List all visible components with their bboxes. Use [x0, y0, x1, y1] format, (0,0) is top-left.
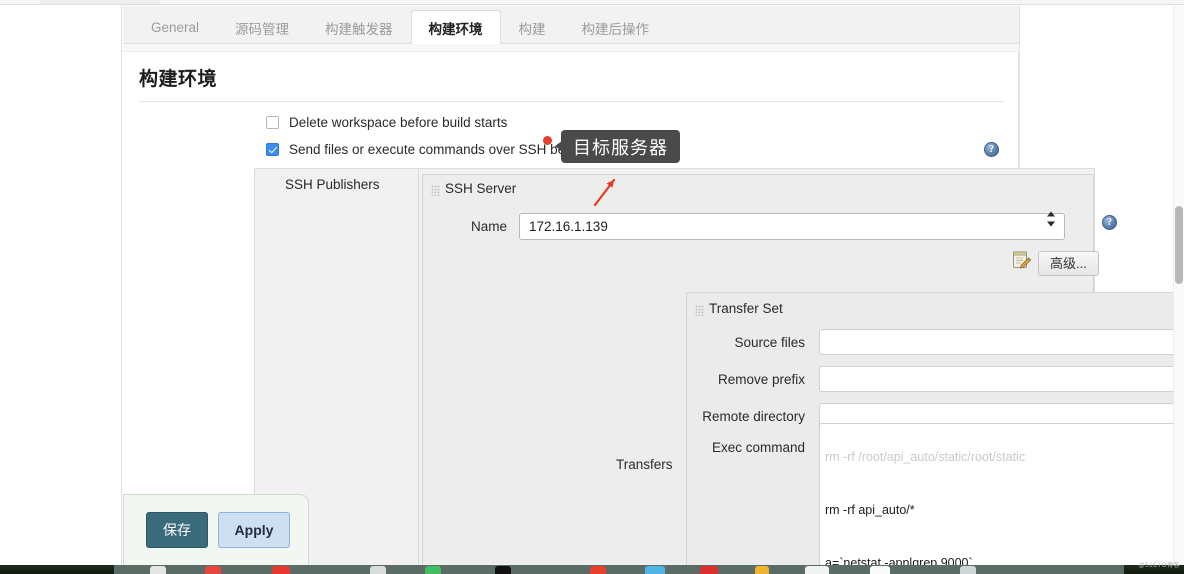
select-ssh-server-name[interactable]: 172.16.1.139: [519, 213, 1065, 240]
option-delete-workspace[interactable]: Delete workspace before build starts: [266, 115, 507, 130]
ssh-server-panel: SSH Server Name 172.16.1.139 ? 高级... Tra…: [422, 174, 1184, 566]
dock-icon-app-white-2[interactable]: [870, 566, 890, 574]
transfer-set-panel: Transfer Set Source files ? Remove prefi…: [686, 292, 1184, 566]
desktop-wallpaper-left: [0, 565, 114, 574]
dock-icon-app-red-2[interactable]: [272, 566, 290, 574]
help-icon-ssh-server-name[interactable]: ?: [1102, 215, 1117, 230]
dock-icon-app-blue[interactable]: [645, 566, 665, 574]
page-scrollbar-thumb[interactable]: [1174, 206, 1183, 284]
input-remove-prefix[interactable]: [819, 366, 1184, 392]
page-title: 构建环境: [139, 69, 218, 90]
dock-icon-app-yellow[interactable]: [755, 566, 769, 574]
row-remove-prefix: Remove prefix: [705, 366, 1184, 392]
save-button[interactable]: 保存: [146, 512, 208, 548]
advanced-button[interactable]: 高级...: [1038, 251, 1099, 276]
ssh-publishers-block: SSH Publishers SSH Server Name 172.16.1.…: [254, 168, 1184, 567]
dock-icon-finder[interactable]: [150, 566, 166, 574]
annotation-callout: 目标服务器: [555, 130, 680, 163]
help-icon-send-files-over-ssh[interactable]: ?: [984, 142, 999, 157]
tab-build-environment[interactable]: 构建环境: [410, 10, 501, 44]
tab-underline-strip: [123, 44, 1019, 52]
notepad-pencil-icon[interactable]: [1012, 250, 1032, 275]
tab-build[interactable]: 构建: [501, 11, 564, 43]
checkbox-send-files-over-ssh[interactable]: [266, 143, 279, 156]
watermark: @51CTO博客: [1138, 563, 1180, 569]
dock-icon-terminal[interactable]: [495, 566, 511, 574]
dock-icon-settings[interactable]: [960, 566, 976, 574]
drag-handle-ssh-server[interactable]: [431, 185, 440, 196]
page-scrollbar-track[interactable]: [1173, 6, 1184, 566]
label-remove-prefix: Remove prefix: [717, 371, 805, 387]
input-source-files[interactable]: [819, 329, 1184, 355]
row-ssh-server-name: Name 172.16.1.139: [431, 213, 1081, 240]
dock-icon-app-gray[interactable]: [370, 566, 386, 574]
tab-general[interactable]: General: [133, 11, 217, 43]
dock-icon-app-red-1[interactable]: [205, 566, 221, 574]
label-transfers: Transfers: [616, 457, 673, 472]
select-spinner-icon[interactable]: [1046, 211, 1055, 227]
textarea-exec-command[interactable]: rm -rf /root/api_auto/static/root/static…: [819, 423, 1184, 566]
job-config-card: General 源码管理 构建触发器 构建环境 构建 构建后操作 构建环境 De…: [123, 6, 1184, 567]
tab-build-triggers[interactable]: 构建触发器: [307, 11, 411, 43]
form-action-bar: 保存 Apply: [123, 494, 309, 574]
config-tab-bar: General 源码管理 构建触发器 构建环境 构建 构建后操作: [123, 6, 1019, 44]
drag-handle-transfer-set[interactable]: [695, 305, 704, 316]
title-ssh-server: SSH Server: [445, 181, 517, 196]
tab-post-build-actions[interactable]: 构建后操作: [564, 11, 668, 43]
page-left-gutter: [0, 5, 122, 565]
tab-source-code-management[interactable]: 源码管理: [217, 11, 307, 43]
exec-line-clipped: rm -rf /root/api_auto/static/root/static: [825, 450, 1026, 465]
label-ssh-server-name: Name: [470, 219, 507, 234]
dock-icon-app-red-4[interactable]: [700, 566, 718, 574]
annotation-dot: [543, 136, 552, 145]
checkbox-delete-workspace[interactable]: [266, 116, 279, 129]
apply-button[interactable]: Apply: [218, 512, 290, 548]
screen-root: General 源码管理 构建触发器 构建环境 构建 构建后操作 构建环境 De…: [0, 0, 1184, 574]
label-delete-workspace[interactable]: Delete workspace before build starts: [289, 115, 507, 130]
exec-line: rm -rf api_auto/*: [825, 502, 915, 517]
label-source-files: Source files: [734, 334, 805, 350]
row-source-files: Source files: [705, 329, 1184, 355]
dock-icon-app-green[interactable]: [425, 566, 441, 574]
section-header: 构建环境: [139, 64, 1004, 102]
dock-icon-app-red-3[interactable]: [590, 566, 606, 574]
title-transfer-set: Transfer Set: [709, 301, 783, 316]
label-ssh-publishers: SSH Publishers: [285, 177, 380, 192]
label-exec-command: Exec command: [711, 440, 805, 455]
dock-icon-app-white-1[interactable]: [805, 566, 829, 574]
browser-tab-ghost: [40, 0, 160, 4]
label-remote-directory: Remote directory: [702, 408, 805, 424]
exec-command-content: rm -rf /root/api_auto/static/root/static…: [825, 424, 1177, 565]
